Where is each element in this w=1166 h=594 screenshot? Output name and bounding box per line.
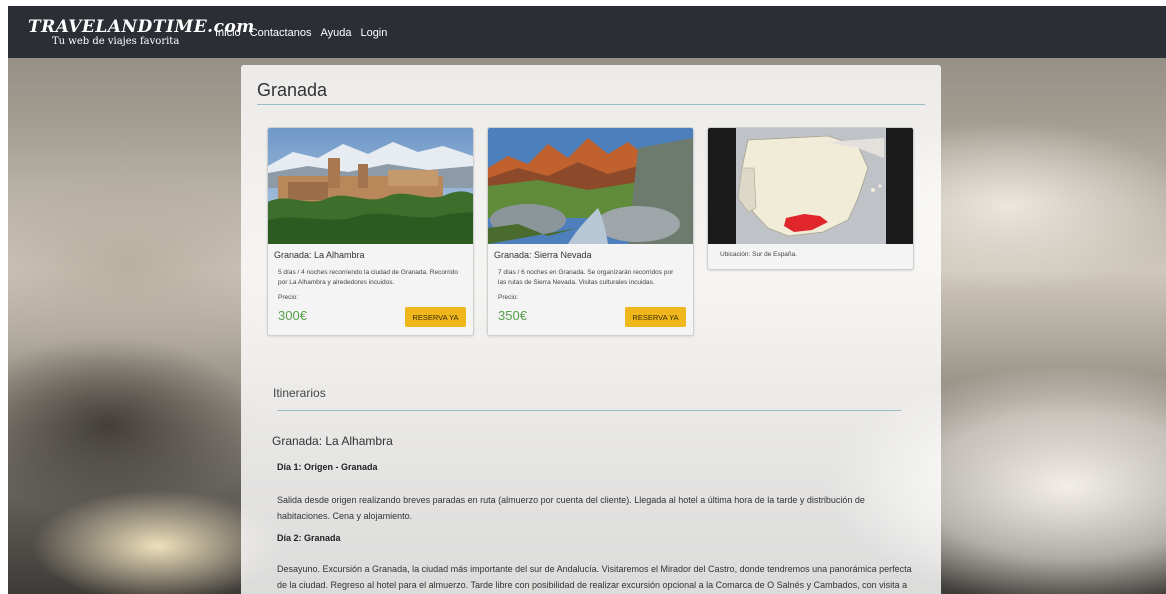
- spain-map-image: [708, 128, 913, 244]
- navbar: TRAVELANDTIME.com Tu web de viajes favor…: [8, 6, 1166, 58]
- nav-item-ayuda[interactable]: Ayuda: [320, 27, 351, 39]
- price-label: Precio:: [278, 294, 299, 301]
- nav-item-contactanos[interactable]: Contactanos: [250, 27, 312, 39]
- reserve-button[interactable]: RESERVA YA: [625, 307, 686, 327]
- page-title: Granada: [257, 80, 328, 100]
- map-caption: Ubicación: Sur de España.: [720, 251, 797, 258]
- price-label: Precio:: [498, 294, 519, 301]
- day-title: Día 1: Origen - Granada: [277, 462, 378, 472]
- price-value: 350€: [498, 308, 527, 323]
- price-value: 300€: [278, 308, 307, 323]
- alhambra-image: [268, 128, 473, 244]
- nav-item-inicio[interactable]: Inicio: [215, 27, 241, 39]
- nav-item-login[interactable]: Login: [360, 27, 387, 39]
- day-title: Día 2: Granada: [277, 533, 341, 543]
- reserve-button[interactable]: RESERVA YA: [405, 307, 466, 327]
- nav-menu: Inicio Contactanos Ayuda Login: [215, 27, 387, 39]
- tour-card-alhambra: Granada: La Alhambra 5 días / 4 noches r…: [267, 127, 474, 336]
- itinerary-subtitle: Granada: La Alhambra: [272, 434, 393, 448]
- location-map-card: Ubicación: Sur de España.: [707, 127, 914, 270]
- title-divider: [257, 104, 925, 105]
- sierra-nevada-image: [488, 128, 693, 244]
- content-panel: Granada Granada: La Alhambra 5 días / 4 …: [241, 65, 941, 594]
- page-frame: TRAVELANDTIME.com Tu web de viajes favor…: [8, 6, 1166, 594]
- site-tagline: Tu web de viajes favorita: [52, 36, 180, 47]
- day-description: Desayuno. Excursión a Granada, la ciudad…: [277, 564, 912, 590]
- itinerary-heading: Itinerarios: [273, 386, 326, 400]
- itinerary-divider: [277, 410, 901, 411]
- card-description: 5 días / 4 noches recorriendo la ciudad …: [278, 269, 458, 286]
- day-description: Salida desde origen realizando breves pa…: [277, 495, 865, 521]
- card-title: Granada: Sierra Nevada: [494, 250, 592, 260]
- card-title: Granada: La Alhambra: [274, 250, 365, 260]
- tour-card-sierra-nevada: Granada: Sierra Nevada 7 días / 6 noches…: [487, 127, 694, 336]
- card-description: 7 días / 6 noches en Granada. Se organiz…: [498, 269, 674, 286]
